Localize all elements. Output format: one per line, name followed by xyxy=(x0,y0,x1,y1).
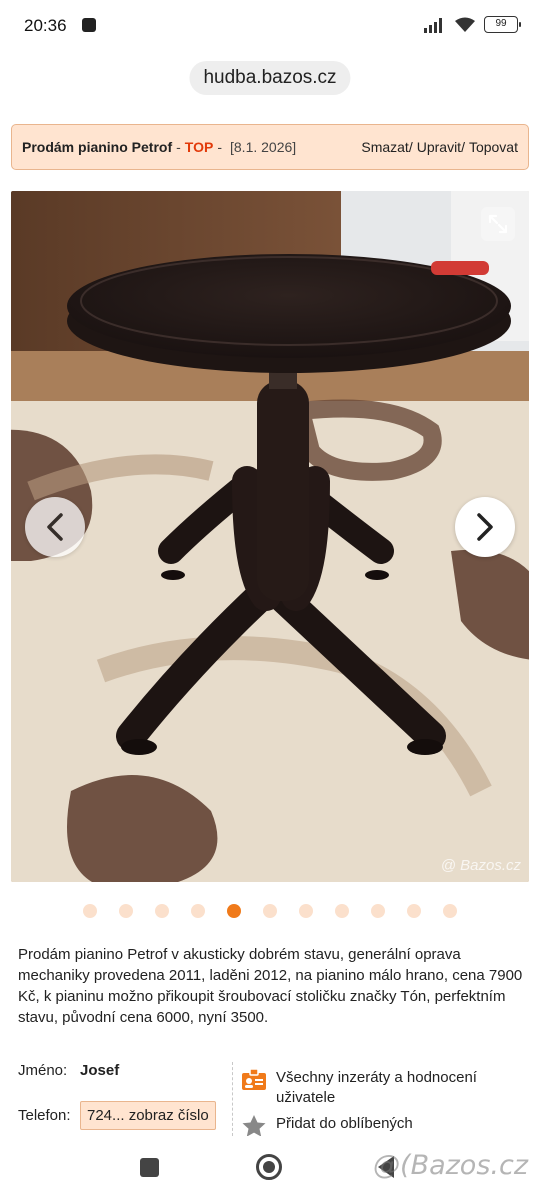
title-separator-2: - xyxy=(217,139,222,155)
top-badge: TOP xyxy=(184,139,214,155)
gallery-dot[interactable] xyxy=(83,904,97,918)
recent-apps-button[interactable] xyxy=(140,1158,159,1177)
gallery-dot[interactable] xyxy=(299,904,313,918)
gallery-dot-active[interactable] xyxy=(227,904,241,918)
previous-image-button[interactable] xyxy=(25,497,85,557)
chevron-left-icon xyxy=(47,513,63,541)
user-card-icon xyxy=(242,1068,266,1090)
gallery-dot[interactable] xyxy=(407,904,421,918)
name-label: Jméno: xyxy=(18,1062,68,1079)
system-nav-bar: @(Bazos.cz xyxy=(0,1136,540,1200)
watermark-text: Bazos.cz xyxy=(460,857,521,874)
promote-link[interactable]: Topovat xyxy=(469,139,518,155)
nav-watermark: @(Bazos.cz xyxy=(373,1150,528,1181)
add-favorite-link[interactable]: Přidat do oblíbených xyxy=(240,1114,530,1138)
gallery-dot[interactable] xyxy=(443,904,457,918)
fullscreen-button[interactable] xyxy=(481,207,515,241)
url-bar[interactable]: hudba.bazos.cz xyxy=(189,61,351,95)
gallery-pagination xyxy=(0,904,540,918)
show-phone-button[interactable]: 724... zobraz číslo xyxy=(80,1101,216,1130)
nav-watermark-text: Bazos.cz xyxy=(410,1150,528,1181)
listing-title: Prodám pianino Petrof xyxy=(22,139,173,155)
gallery-dot[interactable] xyxy=(155,904,169,918)
home-button[interactable] xyxy=(256,1154,282,1180)
add-favorite-label: Přidat do oblíbených xyxy=(276,1115,413,1132)
seller-info: Jméno: Josef Telefon: 724... zobraz čísl… xyxy=(18,1062,228,1130)
star-icon xyxy=(242,1115,266,1137)
next-image-button[interactable] xyxy=(455,497,515,557)
expand-icon xyxy=(488,214,508,234)
gallery-dot[interactable] xyxy=(371,904,385,918)
gallery-dot[interactable] xyxy=(191,904,205,918)
status-bar: 20:36 99 xyxy=(0,0,540,52)
seller-links: Všechny inzeráty a hodnocení uživatele P… xyxy=(240,1068,530,1138)
battery-icon: 99 xyxy=(484,16,521,33)
wifi-icon xyxy=(455,17,475,32)
photo-piano-stool xyxy=(11,191,529,882)
battery-level: 99 xyxy=(495,18,507,29)
all-ads-label: Všechny inzeráty a hodnocení uživatele xyxy=(276,1069,477,1106)
listing-actions: Smazat/ Upravit/ Topovat xyxy=(361,139,518,155)
seller-name-row: Jméno: Josef xyxy=(18,1062,228,1079)
listing-description: Prodám pianino Petrof v akusticky dobrém… xyxy=(18,946,523,1026)
photo-watermark: @ Bazos.cz xyxy=(440,857,521,874)
phone-label: Telefon: xyxy=(18,1107,71,1124)
all-ads-link[interactable]: Všechny inzeráty a hodnocení uživatele xyxy=(240,1068,530,1108)
listing-photo[interactable]: @ Bazos.cz xyxy=(11,191,529,882)
listing-title-bar: Prodám pianino Petrof - TOP - [8.1. 2026… xyxy=(11,124,529,170)
seller-phone-row: Telefon: 724... zobraz číslo xyxy=(18,1101,228,1130)
chevron-right-icon xyxy=(477,513,493,541)
status-time: 20:36 xyxy=(24,16,67,35)
delete-link[interactable]: Smazat/ xyxy=(361,139,412,155)
gallery-dot[interactable] xyxy=(335,904,349,918)
listing-date: [8.1. 2026] xyxy=(230,139,297,155)
edit-link[interactable]: Upravit/ xyxy=(417,139,465,155)
notification-icon xyxy=(82,18,96,32)
seller-name: Josef xyxy=(80,1062,120,1079)
status-icons: 99 xyxy=(424,16,521,33)
gallery-dot[interactable] xyxy=(263,904,277,918)
seller-divider xyxy=(232,1062,233,1136)
signal-icon xyxy=(424,17,442,33)
title-separator: - xyxy=(176,139,181,155)
gallery-dot[interactable] xyxy=(119,904,133,918)
